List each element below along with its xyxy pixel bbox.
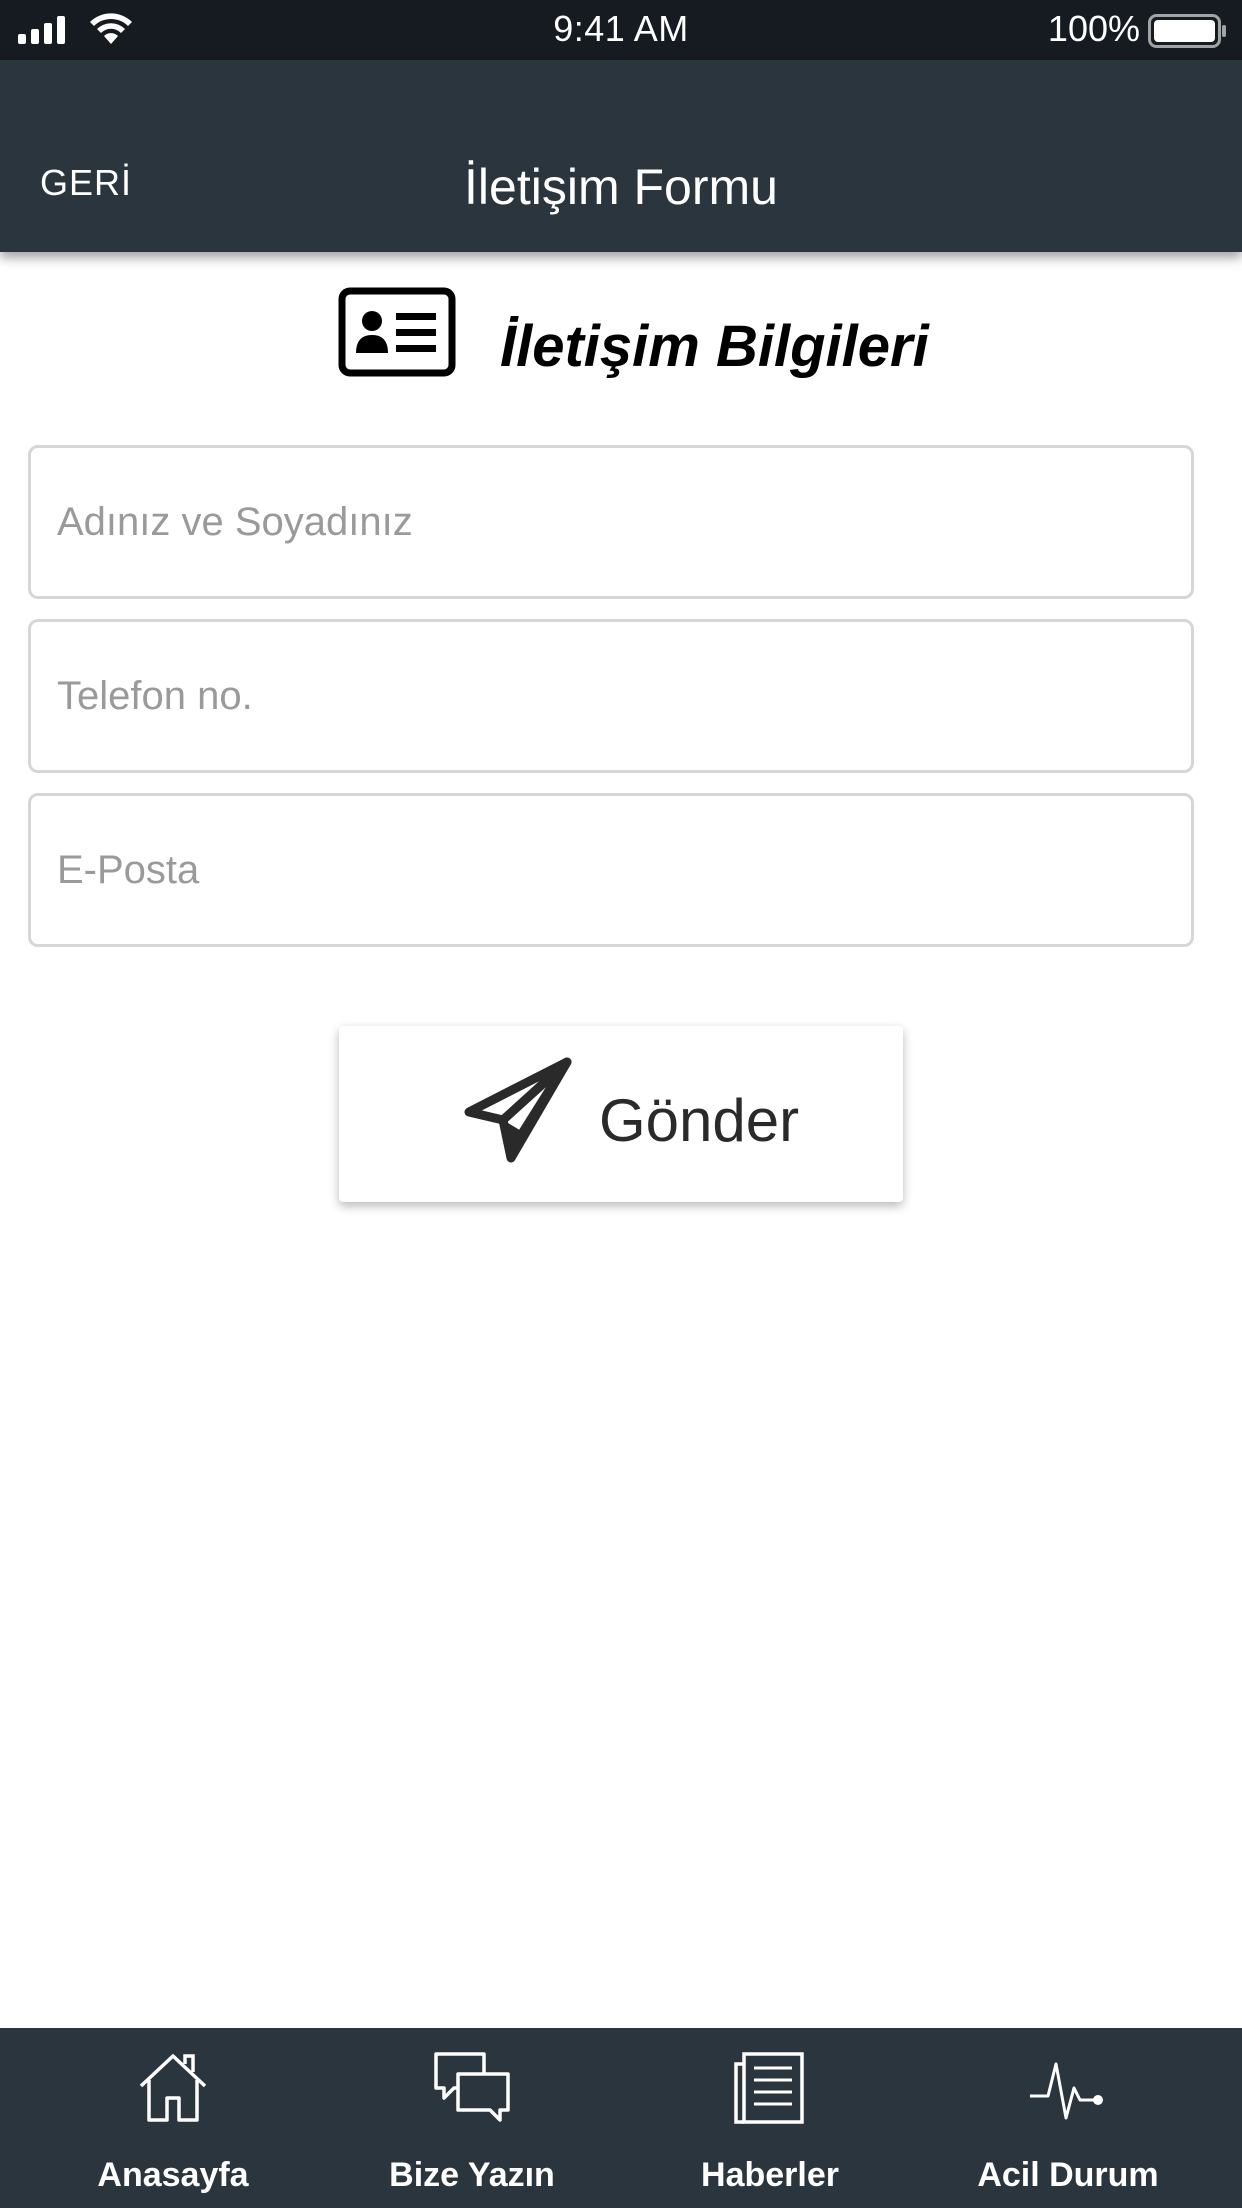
home-icon [139,2054,207,2122]
send-button-label: Gönder [599,1087,800,1154]
tab-home-label: Anasayfa [97,2156,249,2194]
chat-bubbles-icon [434,2052,510,2122]
tab-emergency-label: Acil Durum [977,2156,1159,2194]
name-input[interactable] [28,445,1194,599]
heartbeat-icon [1030,2062,1103,2120]
tab-write-to-us[interactable]: Bize Yazın [322,2028,622,2208]
status-bar: 9:41 AM 100% [0,0,1242,60]
page-title: İletişim Formu [464,159,778,215]
id-card-icon [338,287,456,377]
section-title: İletişim Bilgileri [500,314,929,379]
tab-news-label: Haberler [701,2156,839,2194]
navigation-bar: GERİ İletişim Formu [0,60,1242,252]
email-input[interactable] [28,793,1194,947]
tab-write-to-us-label: Bize Yazın [389,2156,555,2194]
phone-input[interactable] [28,619,1194,773]
section-header: İletişim Bilgileri [0,285,1242,385]
tab-home[interactable]: Anasayfa [23,2028,323,2208]
send-button[interactable]: Gönder [339,1026,903,1202]
tab-bar: Anasayfa Bize Yazın Haberler Acil Durum [0,2028,1242,2208]
tab-news[interactable]: Haberler [620,2028,920,2208]
newspaper-icon [734,2052,804,2124]
battery-icon [1148,14,1226,48]
tab-emergency[interactable]: Acil Durum [918,2028,1218,2208]
paper-plane-icon [464,1057,572,1163]
battery-percent: 100% [1047,8,1140,49]
